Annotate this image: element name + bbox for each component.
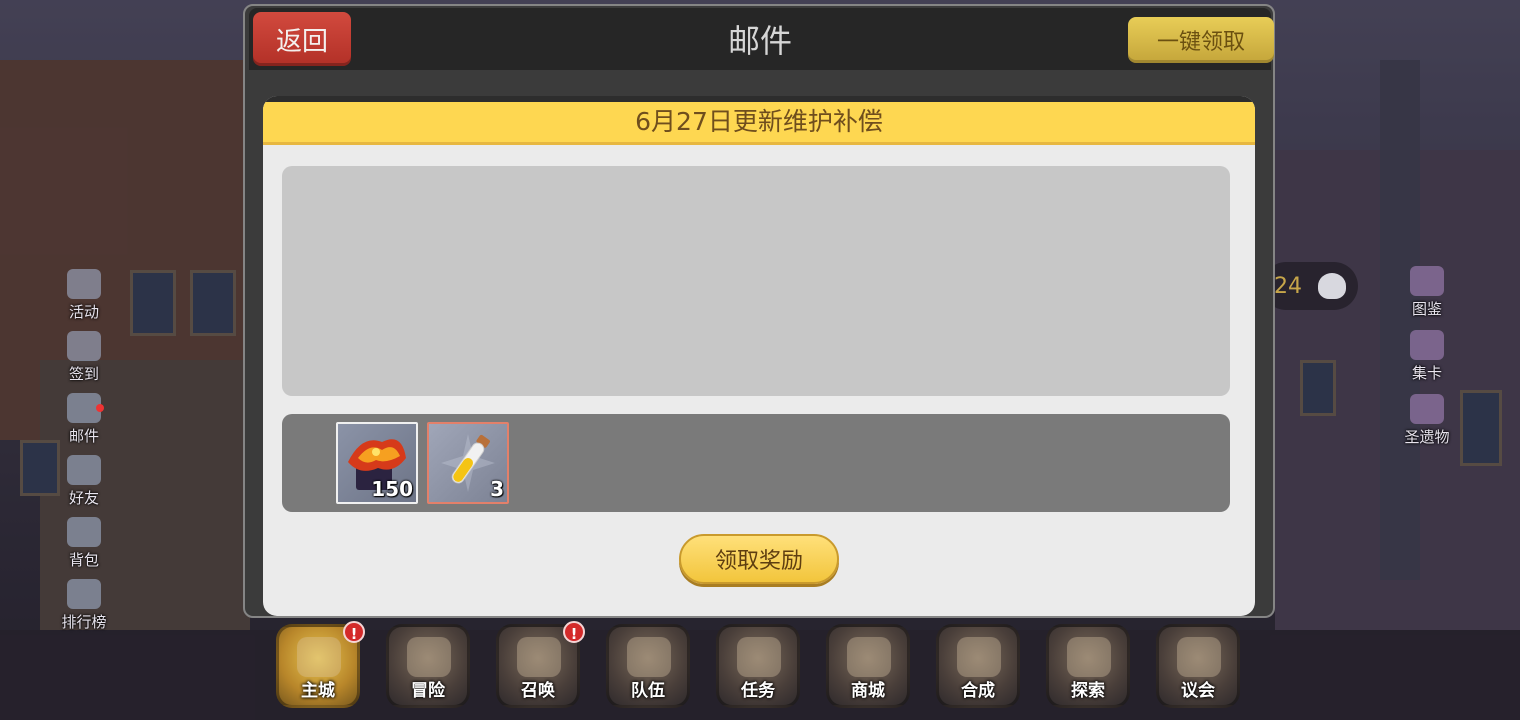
- nav-label: 队伍: [631, 681, 665, 701]
- nav-explore[interactable]: 探索: [1046, 624, 1130, 708]
- nav-label: 探索: [1071, 681, 1105, 701]
- mail-subject: 6月27日更新维护补偿: [263, 102, 1255, 145]
- notification-dot: [96, 404, 104, 412]
- side-item-label: 图鉴: [1411, 300, 1442, 318]
- bottom-nav: ! 主城 冒险 ! 召唤 队伍 任务 商城 合成 探索 议会: [276, 621, 1240, 708]
- side-item-label: 背包: [68, 551, 99, 569]
- summon-card-icon: [517, 637, 561, 677]
- side-item-label: 活动: [68, 303, 99, 321]
- mail-detail-panel: 6月27日更新维护补偿 150 3 领取奖励: [263, 96, 1255, 616]
- nav-label: 任务: [741, 681, 775, 701]
- reward-quantity: 3: [490, 477, 504, 501]
- side-item-label: 好友: [68, 489, 99, 507]
- quest-book-icon: [737, 637, 781, 677]
- side-item-codex[interactable]: 图鉴: [1392, 255, 1462, 319]
- alert-badge: !: [563, 621, 585, 643]
- side-item-ranking[interactable]: 排行榜: [52, 570, 116, 632]
- side-item-checkin[interactable]: 签到: [52, 322, 116, 384]
- dialog-title: 邮件: [727, 22, 792, 60]
- reward-quantity: 150: [371, 477, 413, 501]
- compass-icon: [1067, 637, 1111, 677]
- side-item-cards[interactable]: 集卡: [1392, 319, 1462, 383]
- card-icon: [1410, 330, 1444, 360]
- nav-label: 商城: [851, 681, 885, 701]
- nav-label: 召唤: [521, 681, 555, 701]
- side-item-activity[interactable]: 活动: [52, 260, 116, 322]
- side-item-label: 集卡: [1411, 364, 1442, 382]
- side-item-label: 邮件: [68, 427, 99, 445]
- nav-label: 主城: [301, 681, 335, 701]
- side-item-backpack[interactable]: 背包: [52, 508, 116, 570]
- nav-label: 冒险: [411, 681, 445, 701]
- shop-icon: [847, 637, 891, 677]
- side-item-label: 圣遗物: [1404, 428, 1450, 446]
- flask-icon: [957, 637, 1001, 677]
- claim-reward-button[interactable]: 领取奖励: [679, 534, 839, 584]
- nav-team[interactable]: 队伍: [606, 624, 690, 708]
- side-item-label: 排行榜: [61, 613, 107, 631]
- relic-icon: [1410, 394, 1444, 424]
- side-item-friends[interactable]: 好友: [52, 446, 116, 508]
- nav-adventure[interactable]: 冒险: [386, 624, 470, 708]
- nav-main-city[interactable]: ! 主城: [276, 621, 365, 708]
- claim-all-button[interactable]: 一键领取: [1128, 17, 1274, 63]
- right-side-menu: 图鉴 集卡 圣遗物: [1392, 255, 1462, 447]
- nav-summon[interactable]: ! 召唤: [496, 621, 585, 708]
- winged-emblem-icon: [627, 637, 671, 677]
- side-item-label: 签到: [68, 365, 99, 383]
- backpack-icon: [67, 517, 101, 547]
- crossed-weapons-icon: [407, 637, 451, 677]
- resource-value: 24: [1274, 273, 1302, 299]
- nav-label: 合成: [961, 681, 995, 701]
- castle-icon: [297, 637, 341, 677]
- megaphone-icon: [67, 269, 101, 299]
- alert-badge: !: [343, 621, 365, 643]
- friends-icon: [67, 455, 101, 485]
- dialog-header: 返回 邮件 一键领取: [249, 8, 1274, 70]
- reward-item-chest[interactable]: 150: [336, 422, 418, 504]
- reward-strip: 150 3: [282, 414, 1230, 512]
- nav-council[interactable]: 议会: [1156, 624, 1240, 708]
- reward-item-potion[interactable]: 3: [427, 422, 509, 504]
- resource-pill[interactable]: 24: [1262, 262, 1358, 310]
- book-icon: [1410, 266, 1444, 296]
- mail-body: [282, 166, 1230, 396]
- side-item-relics[interactable]: 圣遗物: [1392, 383, 1462, 447]
- nav-synthesis[interactable]: 合成: [936, 624, 1020, 708]
- nav-quests[interactable]: 任务: [716, 624, 800, 708]
- checklist-icon: [67, 331, 101, 361]
- nav-label: 议会: [1181, 681, 1215, 701]
- ghost-icon: [1318, 273, 1346, 299]
- ranking-icon: [67, 579, 101, 609]
- nav-shop[interactable]: 商城: [826, 624, 910, 708]
- council-icon: [1177, 637, 1221, 677]
- left-side-menu: 活动 签到 邮件 好友 背包 排行榜: [52, 260, 116, 632]
- side-item-mail[interactable]: 邮件: [52, 384, 116, 446]
